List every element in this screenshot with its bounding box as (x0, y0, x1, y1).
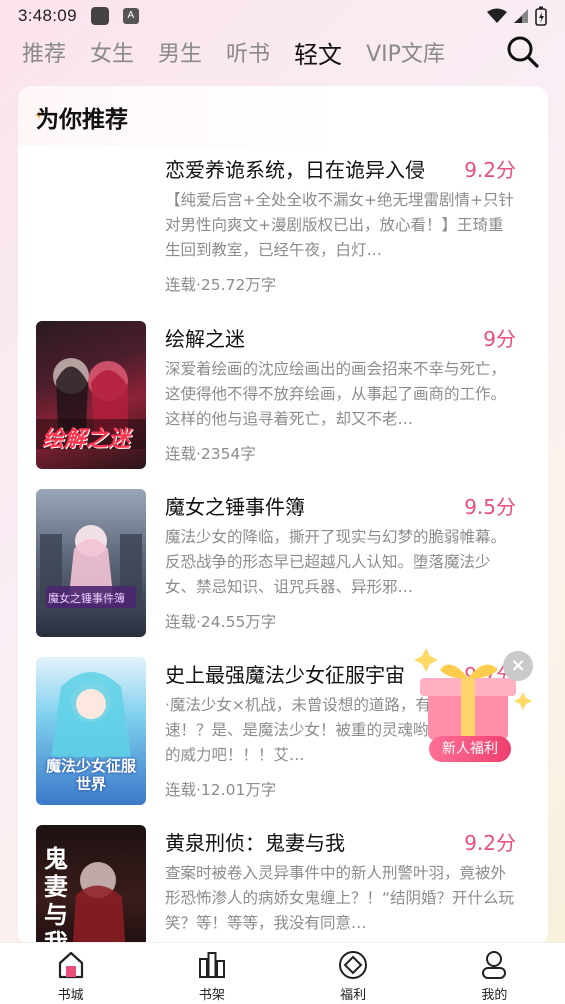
promo-close-button[interactable]: × (503, 651, 533, 681)
book-item[interactable]: 鬼妻与我 黄泉刑侦：鬼妻与我 9.2分 查案时被卷入灵异事件中的新人刑警叶羽，竟… (18, 825, 548, 946)
tab-male[interactable]: 男生 (158, 36, 202, 68)
book-description: 深爱着绘画的沈应绘画出的画会招来不幸与死亡，这使得他不得不放弃绘画，从事起了画商… (165, 360, 507, 428)
app-notification-icon (90, 7, 109, 25)
tab-audiobook[interactable]: 听书 (226, 36, 270, 68)
bottom-nav-bookstore[interactable]: 书城 (0, 943, 141, 1004)
cover-title: 魔女之锤事件簿 (48, 592, 125, 605)
book-meta: 连载·2354字 (165, 445, 256, 463)
status-time: 3:48:09 (18, 6, 77, 25)
wifi-icon (487, 8, 507, 23)
recommendation-card: 为你推荐 恋爱养诡系统，日在诡异入侵 9.2分 【纯爱后宫+全处全收不漏女+绝无… (18, 86, 548, 946)
book-score: 9.5分 (464, 495, 516, 519)
book-cover[interactable]: 魔女之锤事件簿 (36, 489, 146, 637)
book-score: 9.2分 (464, 831, 516, 855)
bottom-nav-label: 书城 (57, 988, 84, 1003)
book-item[interactable]: 绘解之迷 绘解之迷 9分 深爱着绘画的沈应绘画出的画会招来不幸与死亡，这使得他不… (18, 321, 548, 471)
book-cover-placeholder (36, 152, 146, 300)
section-title: 为你推荐 (36, 107, 128, 133)
book-cover[interactable]: 绘解之迷 (36, 321, 146, 469)
cover-title: 绘解之迷 (42, 427, 131, 452)
book-meta: 连载·12.01万字 (165, 781, 277, 799)
book-meta: 连载·24.55万字 (165, 613, 277, 631)
promo-label[interactable]: 新人福利 (429, 736, 511, 762)
book-title: 恋爱养诡系统，日在诡异入侵 (165, 158, 425, 182)
tab-light-novel[interactable]: 轻文 (294, 35, 342, 70)
diamond-icon (339, 951, 368, 979)
book-item[interactable]: 恋爱养诡系统，日在诡异入侵 9.2分 【纯爱后宫+全处全收不漏女+绝无埋雷剧情+… (18, 152, 548, 302)
battery-icon (535, 6, 547, 26)
book-item[interactable]: 魔女之锤事件簿 魔女之锤事件簿 9.5分 魔法少女的降临，撕开了现实与幻梦的脆弱… (18, 489, 548, 639)
home-icon (58, 951, 83, 979)
book-description: 魔法少女的降临，撕开了现实与幻梦的脆弱帷幕。反恐战争的形态早已超越凡人认知。堕落… (165, 528, 507, 596)
bottom-nav-welfare[interactable]: 福利 (283, 943, 424, 1004)
book-cover[interactable]: 魔法少女征服世界 (36, 657, 146, 805)
search-icon[interactable] (505, 34, 541, 70)
book-description: 查案时被卷入灵异事件中的新人刑警叶羽，竟被外形恐怖渗人的病娇女鬼缠上？！“结阴婚… (165, 864, 515, 932)
keyboard-notification-icon: A (122, 8, 139, 24)
tab-female[interactable]: 女生 (90, 36, 134, 68)
book-title: 绘解之迷 (165, 327, 245, 351)
book-meta: 连载·25.72万字 (165, 276, 277, 294)
book-title: 史上最强魔法少女征服宇宙 (165, 663, 405, 687)
cover-title: 魔法少女征服世界 (45, 757, 136, 793)
bookshelf-icon (198, 952, 225, 978)
signal-icon (514, 9, 528, 23)
tab-vip-library[interactable]: VIP文库 (366, 36, 445, 68)
cover-title: 鬼妻与我 (44, 845, 68, 946)
book-score: 9分 (483, 327, 516, 351)
book-title: 魔女之锤事件簿 (165, 495, 305, 519)
status-bar: 3:48:09 A (0, 0, 565, 32)
bottom-nav: 书城 书架 福利 我的 (0, 942, 565, 1004)
book-title: 黄泉刑侦：鬼妻与我 (165, 831, 345, 855)
profile-icon (482, 951, 507, 979)
tab-recommend[interactable]: 推荐 (22, 36, 66, 68)
top-nav: 推荐 女生 男生 听书 轻文 VIP文库 (0, 32, 565, 72)
bottom-nav-bookshelf[interactable]: 书架 (141, 943, 282, 1004)
book-description: 【纯爱后宫+全处全收不漏女+绝无埋雷剧情+只针对男性向爽文+漫剧版权已出，放心看… (165, 191, 514, 259)
bottom-nav-label: 我的 (481, 988, 508, 1003)
book-score: 9.2分 (464, 158, 516, 182)
bottom-nav-label: 书架 (198, 988, 225, 1003)
book-cover[interactable]: 鬼妻与我 (36, 825, 146, 946)
bottom-nav-profile[interactable]: 我的 (424, 943, 565, 1004)
bottom-nav-label: 福利 (340, 988, 367, 1003)
